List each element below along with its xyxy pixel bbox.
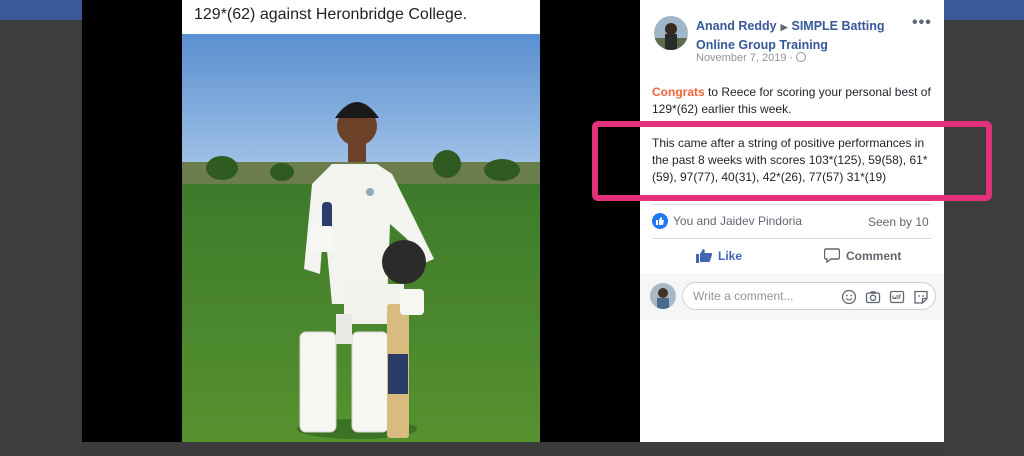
divider: [652, 238, 932, 239]
seen-count[interactable]: Seen by 10: [868, 215, 929, 229]
comment-button[interactable]: Comment: [824, 248, 901, 263]
emoji-icon[interactable]: [841, 289, 857, 305]
post-timestamp: November 7, 2019 ·: [696, 52, 807, 64]
backdrop-left: [0, 20, 82, 456]
viewer-avatar: [650, 283, 676, 309]
reaction-summary[interactable]: You and Jaidev Pindoria: [652, 213, 802, 229]
post-paragraph: Congrats to Reece for scoring your perso…: [652, 84, 936, 118]
backdrop-right: [944, 20, 1024, 456]
comment-input[interactable]: [693, 289, 833, 303]
more-options-icon[interactable]: •••: [912, 14, 932, 32]
post-photo[interactable]: 129*(62) against Heronbridge College.: [182, 0, 540, 442]
cricket-player-photo: [182, 34, 540, 442]
divider: [652, 204, 932, 205]
audience-globe-icon: [796, 52, 807, 62]
author-name-link[interactable]: Anand Reddy: [696, 19, 777, 33]
gif-icon[interactable]: [889, 289, 905, 305]
post-date-link[interactable]: November 7, 2019 ·: [696, 52, 793, 64]
comment-bubble-icon: [824, 248, 840, 263]
photo-viewer: 129*(62) against Heronbridge College.: [82, 0, 640, 442]
post-author-line: Anand Reddy ▶ SIMPLE Batting Online Group …: [696, 17, 906, 54]
like-thumb-icon: [696, 249, 712, 263]
comment-button-label: Comment: [846, 248, 902, 263]
highlight-annotation-box: [592, 121, 992, 201]
sticker-icon[interactable]: [913, 289, 929, 305]
post-panel: Anand Reddy ▶ SIMPLE Batting Online Group …: [640, 0, 944, 442]
comment-composer: [640, 274, 944, 320]
comment-box[interactable]: [682, 282, 936, 310]
congrats-highlight: Congrats: [652, 85, 705, 99]
like-button[interactable]: Like: [696, 248, 742, 263]
like-reaction-icon: [652, 213, 668, 229]
share-arrow-icon: ▶: [780, 22, 788, 32]
author-avatar[interactable]: [654, 16, 688, 50]
like-button-label: Like: [718, 248, 743, 263]
photo-caption-text: 129*(62) against Heronbridge College.: [194, 6, 468, 23]
camera-icon[interactable]: [865, 289, 881, 305]
reaction-names: You and Jaidev Pindoria: [673, 214, 802, 228]
